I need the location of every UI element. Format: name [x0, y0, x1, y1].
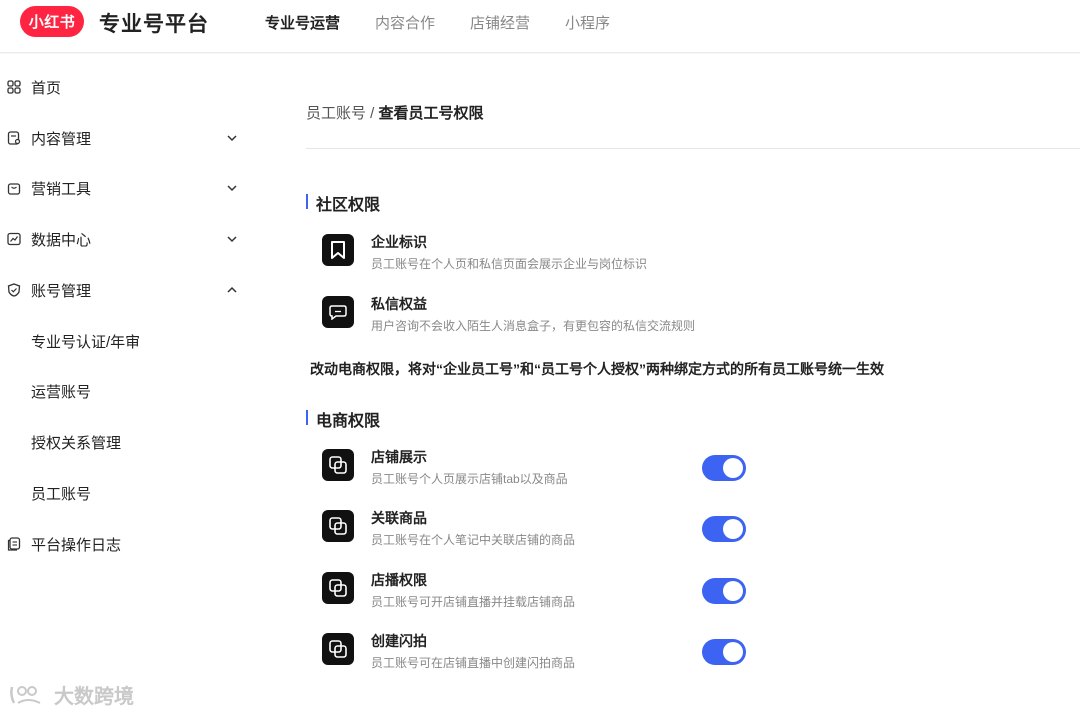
- top-header: 小红书 专业号平台 专业号运营 内容合作 店铺经营 小程序: [0, 0, 1080, 53]
- breadcrumb-current: 查看员工号权限: [378, 105, 484, 122]
- overlap-squares-icon: [322, 510, 354, 542]
- chevron-down-icon[interactable]: [226, 233, 238, 245]
- permission-private-message: 私信权益 用户咨询不会收入陌生人消息盒子，有更包容的私信交流规则: [322, 296, 782, 342]
- toggle-linked-products[interactable]: [702, 516, 746, 542]
- chevron-down-icon[interactable]: [226, 132, 238, 144]
- sidebar-subitem-certification[interactable]: 专业号认证/年审: [0, 321, 258, 361]
- sidebar-item-home[interactable]: 首页: [0, 67, 258, 107]
- sidebar-item-label: 授权关系管理: [31, 434, 122, 452]
- sidebar-item-account[interactable]: 账号管理: [0, 270, 258, 310]
- section-title-community: 社区权限: [306, 191, 380, 215]
- tab-mini-program[interactable]: 小程序: [565, 12, 610, 33]
- sidebar-item-label: 数据中心: [31, 231, 92, 249]
- document-icon: [7, 131, 21, 145]
- breadcrumb-parent[interactable]: 员工账号: [306, 105, 366, 122]
- permission-desc: 用户咨询不会收入陌生人消息盒子，有更包容的私信交流规则: [371, 319, 696, 333]
- sidebar: 首页 内容管理 营销工具 数据中心 账号管理 专业号认证/年审 运营账号 授权关…: [0, 54, 258, 716]
- permission-name: 创建闪拍: [371, 633, 427, 649]
- permission-desc: 员工账号可开店铺直播并挂载店铺商品: [371, 595, 576, 609]
- permission-desc: 员工账号个人页展示店铺tab以及商品: [371, 472, 568, 486]
- sidebar-item-label: 账号管理: [31, 282, 92, 300]
- breadcrumb: 员工账号 / 查看员工号权限: [306, 102, 484, 123]
- sidebar-item-content[interactable]: 内容管理: [0, 118, 258, 158]
- toggle-store-display[interactable]: [702, 455, 746, 481]
- sidebar-item-data[interactable]: 数据中心: [0, 219, 258, 259]
- sidebar-item-label: 首页: [31, 79, 62, 97]
- permission-desc: 员工账号在个人页和私信页面会展示企业与岗位标识: [371, 257, 648, 271]
- sidebar-item-label: 营销工具: [31, 180, 92, 198]
- top-nav: 专业号运营 内容合作 店铺经营 小程序: [265, 12, 645, 33]
- toggle-flash-auction[interactable]: [702, 639, 746, 665]
- watermark-text: 大数跨境: [54, 686, 134, 708]
- tab-store-operations[interactable]: 店铺经营: [470, 12, 530, 33]
- permission-desc: 员工账号可在店铺直播中创建闪拍商品: [371, 656, 576, 670]
- permission-name: 企业标识: [371, 234, 427, 250]
- overlap-squares-icon: [322, 572, 354, 604]
- watermark-logo-icon: [10, 685, 41, 704]
- bag-icon: [7, 183, 21, 195]
- grid-icon: [7, 80, 21, 94]
- permission-name: 关联商品: [371, 510, 427, 526]
- bookmark-icon: [322, 234, 354, 266]
- permission-name: 店播权限: [371, 572, 427, 588]
- sidebar-subitem-authorization[interactable]: 授权关系管理: [0, 422, 258, 462]
- sidebar-item-label: 运营账号: [31, 383, 92, 401]
- toggle-knob: [723, 581, 743, 601]
- chart-icon: [7, 232, 21, 246]
- sidebar-subitem-operating-account[interactable]: 运营账号: [0, 371, 258, 411]
- permission-name: 私信权益: [371, 296, 427, 312]
- breadcrumb-separator: /: [366, 105, 379, 122]
- ecommerce-notice: 改动电商权限，将对“企业员工号”和“员工号个人授权”两种绑定方式的所有员工账号统…: [310, 361, 884, 377]
- log-icon: [7, 537, 21, 551]
- permission-enterprise-badge: 企业标识 员工账号在个人页和私信页面会展示企业与岗位标识: [322, 234, 782, 280]
- watermark: 大数跨境: [8, 680, 134, 709]
- platform-title: 专业号平台: [99, 13, 209, 36]
- shield-icon: [7, 283, 21, 297]
- chevron-down-icon[interactable]: [226, 182, 238, 194]
- toggle-knob: [723, 458, 743, 478]
- tab-professional-ops[interactable]: 专业号运营: [265, 12, 340, 33]
- section-title-ecommerce: 电商权限: [306, 407, 380, 431]
- sidebar-item-label: 专业号认证/年审: [31, 333, 141, 351]
- toggle-store-live[interactable]: [702, 578, 746, 604]
- toggle-knob: [723, 642, 743, 662]
- permission-desc: 员工账号在个人笔记中关联店铺的商品: [371, 533, 576, 547]
- sidebar-subitem-employee-account[interactable]: 员工账号: [0, 473, 258, 513]
- overlap-squares-icon: [322, 449, 354, 481]
- toggle-knob: [723, 519, 743, 539]
- sidebar-item-label: 内容管理: [31, 130, 92, 148]
- chat-bubble-icon: [322, 296, 354, 328]
- sidebar-item-label: 员工账号: [31, 485, 92, 503]
- main-area: 员工账号 / 查看员工号权限 社区权限 企业标识 员工账号在个人页和私信页面会展…: [258, 54, 1080, 716]
- sidebar-item-marketing[interactable]: 营销工具: [0, 168, 258, 208]
- permission-name: 店铺展示: [371, 449, 427, 465]
- brand-logo[interactable]: 小红书: [20, 6, 84, 37]
- content-panel: 员工账号 / 查看员工号权限 社区权限 企业标识 员工账号在个人页和私信页面会展…: [258, 54, 1080, 716]
- divider: [306, 148, 1080, 149]
- sidebar-item-operation-log[interactable]: 平台操作日志: [0, 524, 258, 564]
- sidebar-item-label: 平台操作日志: [31, 536, 122, 554]
- tab-content-cooperation[interactable]: 内容合作: [375, 12, 435, 33]
- overlap-squares-icon: [322, 633, 354, 665]
- chevron-up-icon[interactable]: [226, 284, 238, 296]
